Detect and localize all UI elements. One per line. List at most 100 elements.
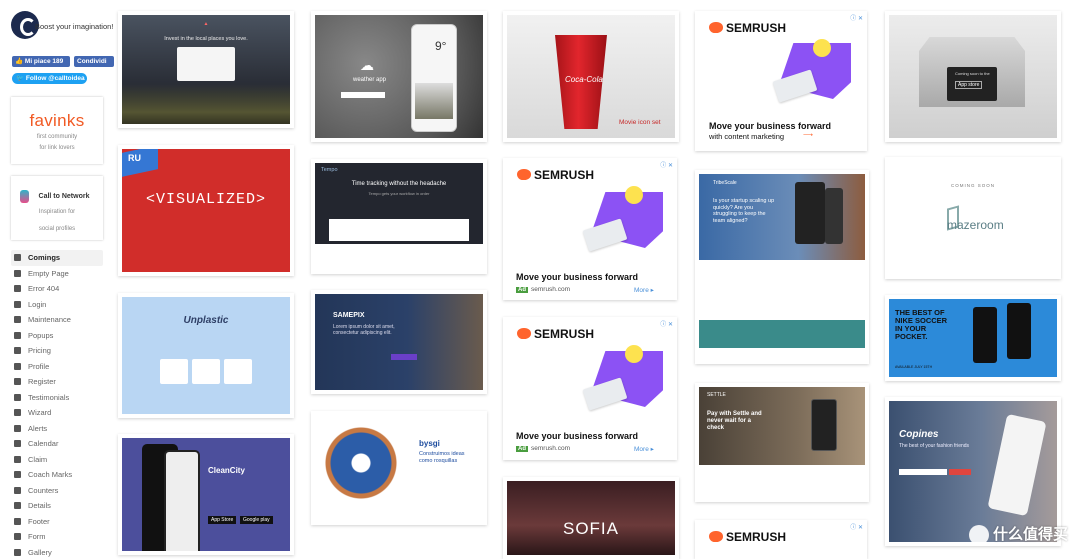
unplastic-screenshot-card[interactable]: Unplastic [118, 293, 294, 418]
ad-more-link[interactable]: More ▸ [634, 445, 654, 453]
phone-temperature: 9° [435, 39, 447, 53]
category-menu: Comings Empty Page Error 404 Login Maintenan… [11, 250, 103, 559]
user-icon [14, 362, 21, 370]
facebook-share-button[interactable]: Condividi [74, 56, 114, 67]
sofia-screenshot: SOFIA [507, 481, 675, 555]
gear-icon [14, 316, 21, 324]
app-store-button: App store [955, 81, 983, 89]
menu-item-pricing[interactable]: Pricing [11, 343, 103, 359]
menu-item-gallery[interactable]: Gallery [11, 545, 103, 559]
menu-item-empty-page[interactable]: Empty Page [11, 266, 103, 282]
alert-icon [14, 424, 21, 432]
tablet-illustration [582, 218, 628, 252]
login-icon [14, 300, 21, 308]
menu-item-error-404[interactable]: Error 404 [11, 281, 103, 297]
semrush-ad-1[interactable]: ⓘ ✕ SEMRUSH Move your business forward A… [503, 158, 677, 300]
menu-item-login[interactable]: Login [11, 297, 103, 313]
phone-mockup [795, 182, 825, 244]
favinks-name: favinks [29, 111, 85, 130]
sofia-screenshot-card[interactable]: SOFIA [503, 477, 679, 559]
googleplay-badge: Google play [240, 516, 273, 524]
cleancity-screenshot: CleanCity App Store Google play [122, 438, 290, 551]
menu-item-comings[interactable]: Comings [11, 250, 103, 266]
cleancity-screenshot-card[interactable]: CleanCity App Store Google play [118, 434, 294, 555]
menu-item-calendar[interactable]: Calendar [11, 436, 103, 452]
settle-brand: SETTLE [707, 392, 726, 398]
watermark-icon [968, 525, 989, 545]
megaphone-icon [14, 455, 21, 463]
follow-label: Follow @calltoidea [25, 75, 85, 82]
ad-more-link[interactable]: More ▸ [634, 286, 654, 294]
form-icon [14, 533, 21, 541]
menu-item-label: Profile [28, 361, 50, 371]
invest-screenshot-card[interactable]: ▲ Invest in the local places you love. [118, 11, 294, 128]
tempo-screenshot: Tempo Time tracking without the headache… [315, 163, 483, 270]
menu-item-profile[interactable]: Profile [11, 359, 103, 375]
email-field-mock [341, 92, 385, 98]
visualized-screenshot-card[interactable]: RU <VISUALIZED> [118, 145, 294, 276]
tempo-brand: Tempo [321, 167, 338, 173]
settle-screenshot-card[interactable]: SETTLE Pay with Settle and never wait fo… [695, 383, 869, 502]
cocacola-caption: Movie icon set [619, 119, 661, 126]
menu-item-counters[interactable]: Counters [11, 483, 103, 499]
pointer-icon [14, 471, 21, 479]
menu-item-footer[interactable]: Footer [11, 514, 103, 530]
semrush-ad-2[interactable]: ⓘ ✕ SEMRUSH Move your business forward A… [503, 317, 677, 460]
bysgi-screenshot-card[interactable]: bysgi Construimos ideas como rosquillas [311, 411, 487, 525]
menu-item-form[interactable]: Form [11, 529, 103, 545]
semrush-ad-3[interactable]: ⓘ ✕ SEMRUSH Move your business forward w… [695, 11, 867, 151]
ad-close-icon[interactable]: ⓘ ✕ [660, 319, 673, 328]
details-icon [14, 502, 21, 510]
menu-item-testimonials[interactable]: Testimonials [11, 390, 103, 406]
nike-screenshot-card[interactable]: THE BEST OF NIKE SOCCER IN YOUR POCKET. … [885, 295, 1061, 381]
settle-screenshot: SETTLE Pay with Settle and never wait fo… [699, 387, 865, 498]
cup-brand-script: Coca-Cola [565, 75, 603, 84]
weather-app-screenshot-card[interactable]: ☁ weather app 9° [311, 11, 487, 142]
menu-item-label: Maintenance [28, 315, 71, 325]
menu-item-label: Counters [28, 485, 59, 495]
tribescale-screenshot-card[interactable]: TribeScale Is your startup scaling up qu… [695, 170, 869, 364]
menu-item-wizard[interactable]: Wizard [11, 405, 103, 421]
phone-mockup [987, 413, 1047, 517]
samepix-button [391, 354, 417, 360]
menu-item-alerts[interactable]: Alerts [11, 421, 103, 437]
menu-item-claim[interactable]: Claim [11, 452, 103, 468]
apple-box-screenshot-card[interactable]: Coming soon to the App store [885, 11, 1061, 142]
menu-item-register[interactable]: Register [11, 374, 103, 390]
unplastic-screenshot: Unplastic [122, 297, 290, 414]
menu-item-maintenance[interactable]: Maintenance [11, 312, 103, 328]
thumb-up-icon: 👍 [15, 58, 24, 65]
invest-screenshot: ▲ Invest in the local places you love. [122, 15, 290, 124]
nike-headline: THE BEST OF NIKE SOCCER IN YOUR POCKET. [895, 308, 948, 341]
ad-headline: Move your business forward [516, 431, 639, 441]
tribescale-screenshot: TribeScale Is your startup scaling up qu… [699, 174, 865, 360]
bysgi-screenshot: bysgi Construimos ideas como rosquillas [315, 415, 483, 521]
favinks-banner[interactable]: favinks first community for link lovers [11, 97, 103, 164]
cocacola-screenshot-card[interactable]: Coca-Cola Movie icon set [503, 11, 679, 142]
unplastic-title: Unplastic [183, 315, 229, 326]
call-to-network-banner[interactable]: Call to Network Inspiration for social p… [11, 176, 103, 240]
arrow-icon: ⟶ [803, 132, 814, 139]
samepix-screenshot-card[interactable]: SAMEPIX Lorem ipsum dolor sit amet, cons… [311, 290, 487, 394]
tempo-screenshot-card[interactable]: Tempo Time tracking without the headache… [311, 159, 487, 274]
ad-domain: Ad semrush.com [516, 445, 570, 452]
ad-close-icon[interactable]: ⓘ ✕ [850, 13, 863, 22]
menu-item-label: Details [28, 501, 51, 511]
facebook-like-button[interactable]: 👍 Mi piace 189 [12, 56, 70, 67]
like-label: Mi piace 189 [24, 58, 64, 65]
semrush-ad-4[interactable]: ⓘ ✕ SEMRUSH [695, 520, 867, 559]
ribbon-text: RU [128, 153, 141, 163]
menu-item-popups[interactable]: Popups [11, 328, 103, 344]
invest-logo: ▲ [203, 21, 209, 27]
ad-close-icon[interactable]: ⓘ ✕ [850, 522, 863, 531]
twitter-follow-button[interactable]: 🐦 Follow @calltoidea [12, 73, 87, 84]
menu-item-coach-marks[interactable]: Coach Marks [11, 467, 103, 483]
gallery-icon [14, 548, 21, 556]
mazeroom-screenshot-card[interactable]: COMING SOON mazeroom [885, 157, 1061, 279]
lightbulb-icon [625, 345, 643, 363]
tribescale-headline: Is your startup scaling up quickly? Are … [713, 198, 775, 224]
ad-close-icon[interactable]: ⓘ ✕ [660, 160, 673, 169]
menu-item-label: Comings [28, 253, 61, 263]
menu-item-label: Pricing [28, 346, 51, 356]
menu-item-details[interactable]: Details [11, 498, 103, 514]
